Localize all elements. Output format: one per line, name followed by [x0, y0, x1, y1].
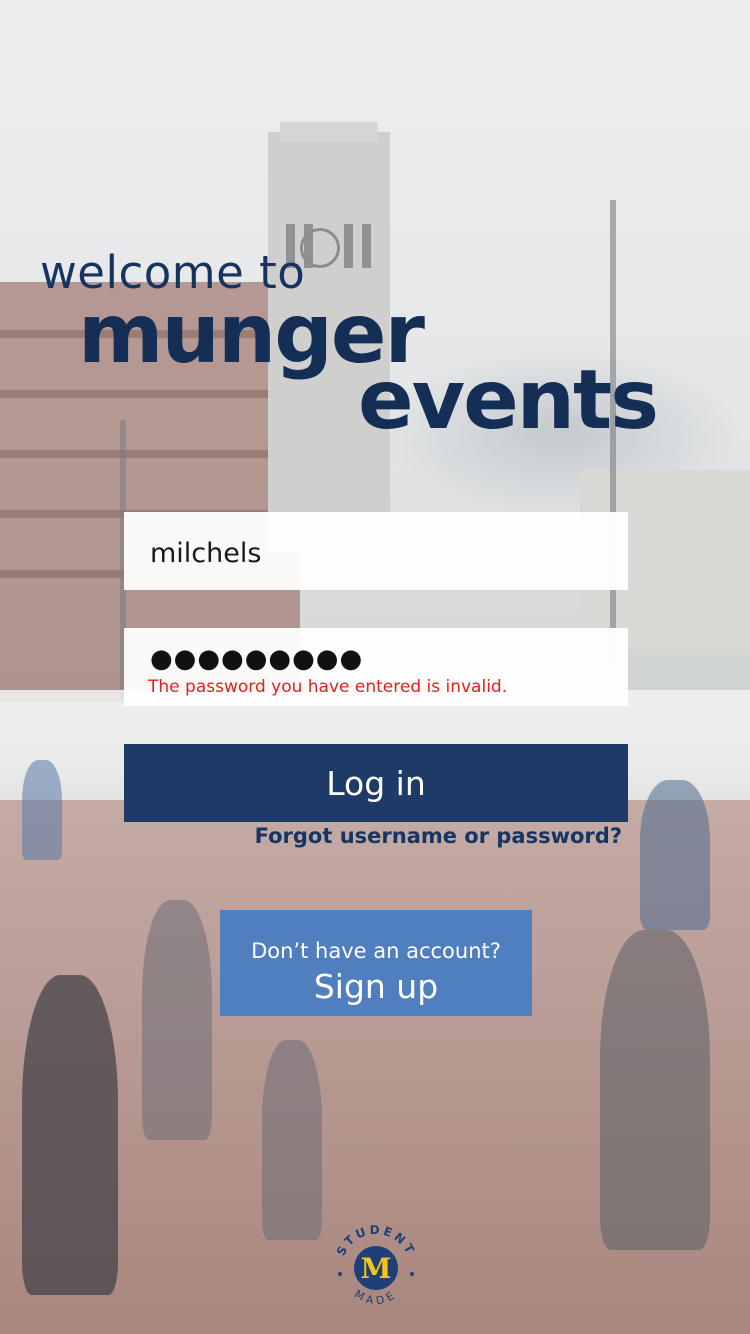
signup-button[interactable]: Don’t have an account? Sign up — [220, 910, 532, 1016]
student-made-logo: STUDENT MADE M — [334, 1223, 415, 1308]
person-silhouette — [600, 930, 710, 1250]
password-field: The password you have entered is invalid… — [124, 628, 628, 706]
tower-window — [362, 224, 371, 268]
person-silhouette — [640, 780, 710, 930]
person-silhouette — [142, 900, 212, 1140]
person-silhouette — [22, 760, 62, 860]
app-title-events: events — [358, 353, 659, 448]
username-input[interactable] — [148, 532, 602, 574]
password-error-message: The password you have entered is invalid… — [148, 677, 508, 697]
tower-clock — [300, 228, 340, 268]
logo-letter: M — [361, 1252, 392, 1285]
username-field — [124, 512, 628, 590]
forgot-password-link[interactable]: Forgot username or password? — [255, 824, 622, 848]
login-button[interactable]: Log in — [124, 744, 628, 822]
building-window-row — [0, 450, 300, 458]
tower-window — [344, 224, 353, 268]
person-silhouette — [262, 1040, 322, 1240]
password-input[interactable] — [148, 642, 602, 676]
person-silhouette — [22, 975, 118, 1295]
login-screen: welcome to munger events The password yo… — [0, 0, 750, 1334]
signup-prompt: Don’t have an account? — [251, 938, 501, 963]
forgot-link-container: Forgot username or password? — [250, 824, 622, 848]
building-window-row — [0, 390, 300, 398]
signup-label: Sign up — [313, 966, 439, 1006]
